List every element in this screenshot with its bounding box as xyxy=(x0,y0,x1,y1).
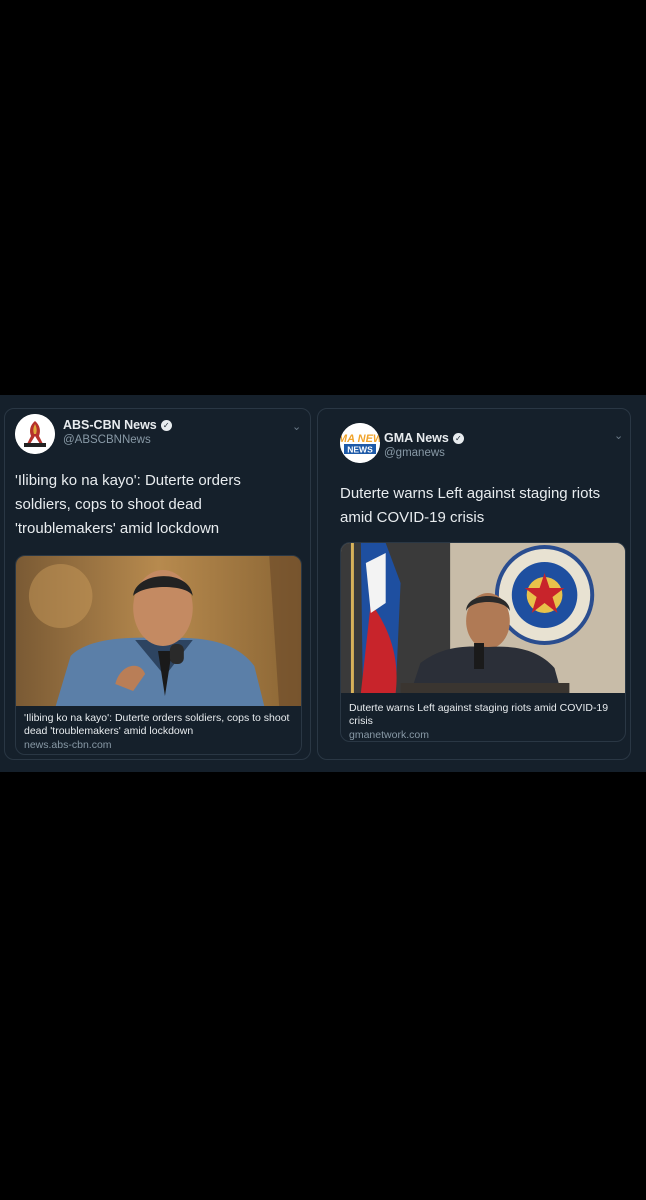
tweet-abs-cbn[interactable]: ABS-CBN News ✓ @ABSCBNNews ⌄ 'Ilibing ko … xyxy=(4,408,311,760)
tweet-screenshot-strip: ABS-CBN News ✓ @ABSCBNNews ⌄ 'Ilibing ko … xyxy=(0,395,646,772)
account-name[interactable]: ABS-CBN News ✓ xyxy=(63,418,172,432)
link-card[interactable]: Duterte warns Left against staging riots… xyxy=(340,542,626,742)
abs-cbn-logo-icon xyxy=(15,414,55,454)
gma-news-logo-icon: GMA NEWS NEWS xyxy=(340,423,380,463)
account-name-label: ABS-CBN News xyxy=(63,418,157,432)
verified-badge-icon: ✓ xyxy=(160,420,172,432)
card-domain: news.abs-cbn.com xyxy=(24,739,112,751)
chevron-down-icon[interactable]: ⌄ xyxy=(292,420,301,433)
card-domain: gmanetwork.com xyxy=(349,729,429,741)
avatar[interactable] xyxy=(15,414,55,454)
card-title: 'Ilibing ko na kayo': Duterte orders sol… xyxy=(24,712,290,737)
account-name-label: GMA News xyxy=(384,431,449,445)
verified-badge-icon: ✓ xyxy=(452,433,464,445)
account-name[interactable]: GMA News ✓ xyxy=(384,431,464,445)
tweet-gma-news[interactable]: GMA NEWS NEWS GMA News✓ @gmanews ⌄ Duter… xyxy=(317,408,631,760)
avatar[interactable]: GMA NEWS NEWS xyxy=(340,423,380,463)
tweet-text: Duterte warns Left against staging riots… xyxy=(340,485,601,526)
card-image xyxy=(341,543,625,693)
card-image xyxy=(16,556,301,706)
gma-logo-text: GMA NEWS xyxy=(340,433,380,445)
chevron-down-icon[interactable]: ⌄ xyxy=(614,429,623,442)
account-handle[interactable]: @gmanews xyxy=(384,447,445,459)
tweet-text: 'Ilibing ko na kayo': Duterte orders sol… xyxy=(15,472,241,537)
svg-text:NEWS: NEWS xyxy=(347,445,373,455)
card-title: Duterte warns Left against staging riots… xyxy=(349,702,609,727)
account-handle[interactable]: @ABSCBNNews xyxy=(63,434,151,446)
link-card[interactable]: 'Ilibing ko na kayo': Duterte orders sol… xyxy=(15,555,302,755)
